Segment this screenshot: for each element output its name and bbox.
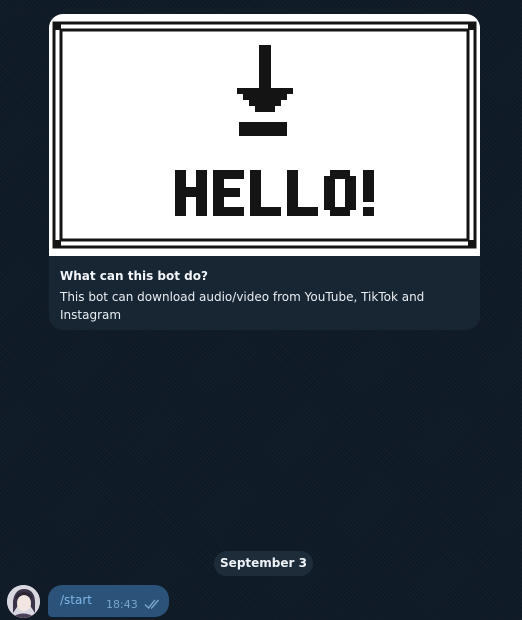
double-check-icon <box>144 599 160 610</box>
bot-command-link[interactable]: /start <box>60 593 92 607</box>
bot-info-description: This bot can download audio/video from Y… <box>60 290 425 322</box>
outgoing-message[interactable]: /start 18:43 <box>48 585 169 617</box>
avatar[interactable] <box>7 585 40 618</box>
message-time: 18:43 <box>106 598 138 611</box>
bot-info-card: What can this bot do? This bot can downl… <box>49 14 480 330</box>
bot-banner-image <box>49 14 480 256</box>
date-separator: September 3 <box>214 551 313 576</box>
bot-info-title: What can this bot do? <box>60 269 208 283</box>
